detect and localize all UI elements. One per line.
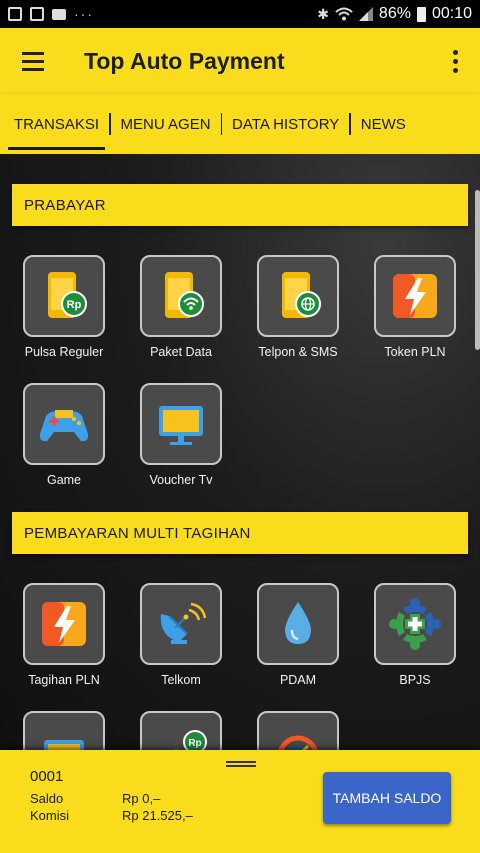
water-drop-icon [285,602,311,644]
clock: 00:10 [431,5,472,22]
lightning-icon [42,602,86,646]
transaction-menu[interactable]: PRABAYAR Rp Pulsa Reguler Paket Data Tel… [0,154,480,750]
image-notification-icon [30,7,44,21]
battery-icon [416,6,426,22]
tab-menu-agen[interactable]: MENU AGEN [115,94,217,154]
tab-divider [220,113,223,135]
menu-label: Pulsa Reguler [24,345,104,359]
menu-game[interactable]: Game [14,383,114,487]
app-bar: Top Auto Payment [0,28,480,94]
menu-bpjs[interactable]: BPJS [365,583,465,687]
tab-news[interactable]: NEWS [355,94,412,154]
app-title: Top Auto Payment [84,47,285,74]
section-header-multi-tagihan: PEMBAYARAN MULTI TAGIHAN [12,512,468,554]
tab-data-history[interactable]: DATA HISTORY [226,94,345,154]
gamepad-icon [39,410,89,442]
account-id: 0001 [30,768,64,785]
notification-app-icon [8,7,22,21]
lightning-icon [393,274,437,318]
menu-token-pln[interactable]: Token PLN [365,255,465,359]
yellow-card-icon [44,740,84,750]
phone-globe-icon [282,272,321,318]
menu-tagihan-pln[interactable]: Tagihan PLN [14,583,114,687]
tv-icon [159,406,203,445]
menu-pdam[interactable]: PDAM [248,583,348,687]
phone-rp-icon: Rp [48,272,87,318]
menu-label: Token PLN [384,345,446,359]
menu-item-partial[interactable] [248,711,348,750]
svg-text:Rp: Rp [188,738,201,749]
saldo-label: Saldo [30,791,64,806]
menu-label: Telkom [161,673,201,687]
komisi-label: Komisi [30,808,70,823]
signal-icon [358,7,373,21]
menu-label: Voucher Tv [149,473,213,487]
battery-percent: 86% [378,5,411,22]
section-header-prabayar: PRABAYAR [12,184,468,226]
menu-label: Tagihan PLN [28,673,100,687]
message-notification-icon [52,8,66,20]
bluetooth-icon: ✱ [317,5,329,22]
gauge-icon [278,735,318,750]
menu-item-partial[interactable]: Rp [131,711,231,750]
menu-telpon-sms[interactable]: Telpon & SMS [248,255,348,359]
tab-divider [349,113,351,135]
menu-voucher-tv[interactable]: Voucher Tv [131,383,231,487]
menu-label: PDAM [279,673,317,687]
status-bar: ··· ✱ 86% 00:10 [0,0,480,28]
menu-label: Telpon & SMS [258,345,338,359]
menu-label: Paket Data [150,345,212,359]
scrollbar[interactable] [475,190,480,350]
saldo-value: Rp 0,– [122,791,161,806]
menu-label: Game [46,473,82,487]
overflow-menu-icon[interactable] [453,49,458,73]
menu-paket-data[interactable]: Paket Data [131,255,231,359]
drag-handle[interactable] [226,761,256,767]
tab-transaksi[interactable]: TRANSAKSI [8,94,106,154]
menu-icon[interactable] [22,51,44,71]
menu-telkom[interactable]: Telkom [131,583,231,687]
tambah-saldo-button[interactable]: TAMBAH SALDO [323,772,451,824]
menu-label: BPJS [399,673,431,687]
wifi-icon [335,7,353,21]
phone-wifi-icon [165,272,204,318]
svg-text:Rp: Rp [67,299,82,311]
bpjs-icon [389,598,441,650]
tab-bar: TRANSAKSI MENU AGEN DATA HISTORY NEWS [0,94,480,154]
tab-divider [109,113,111,135]
komisi-value: Rp 21.525,– [122,808,193,823]
satellite-icon [160,602,207,644]
money-rp-icon: Rp [172,730,207,750]
more-notifications-icon: ··· [74,6,94,22]
menu-pulsa-reguler[interactable]: Rp Pulsa Reguler [14,255,114,359]
menu-item-partial[interactable] [14,711,114,750]
balance-panel: 0001 Saldo Rp 0,– Komisi Rp 21.525,– TAM… [0,750,480,853]
